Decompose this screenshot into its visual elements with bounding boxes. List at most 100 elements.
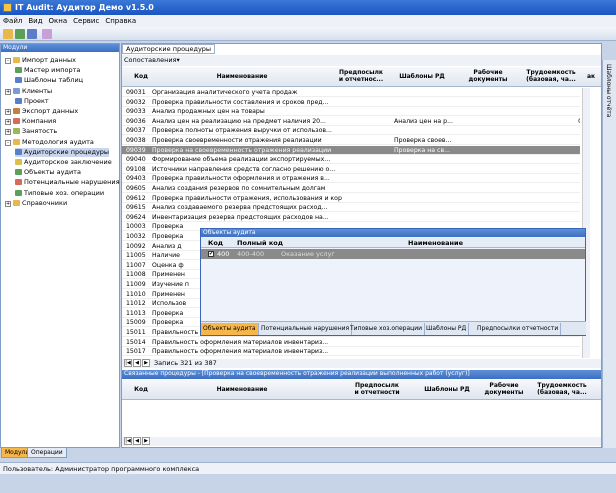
related-col-work-docs[interactable]: Рабочие документы (479, 382, 529, 396)
popup-tab-audit-objects[interactable]: Объекты аудита (201, 323, 259, 335)
cell-name: Инвентаризация резерва предстоящих расхо… (152, 213, 329, 221)
nav-first-icon[interactable]: |◀ (124, 359, 132, 367)
tree-item-label: Компания (22, 117, 57, 126)
tree-item[interactable]: + Клиенты (5, 87, 52, 96)
table-row[interactable]: 09615 Анализ создаваемого резерва предсто… (122, 203, 580, 213)
run-icon[interactable] (27, 29, 37, 39)
refresh-icon[interactable] (15, 29, 25, 39)
expand-icon[interactable]: + (5, 88, 11, 95)
record-counter: Запись 321 из 387 (154, 359, 217, 367)
expand-icon[interactable]: + (5, 129, 11, 136)
menu-file[interactable]: Файл (0, 15, 25, 27)
cell-name: Формирование объема реализации экспортир… (152, 156, 331, 164)
settings-icon[interactable] (42, 29, 52, 39)
related-col-name[interactable]: Наименование (162, 386, 322, 393)
cell-name: Проверка правильности составления и срок… (152, 98, 329, 106)
table-row[interactable]: 09033 Анализ продажных цен на товары (122, 107, 580, 117)
nav-prev-icon[interactable]: ◀ (133, 359, 141, 367)
right-rail-tab[interactable]: Шаблоны отчёта (605, 64, 612, 117)
col-extra[interactable]: ак (584, 73, 598, 80)
record-navigator: |◀ ◀ ▶ Запись 321 из 387 (122, 359, 601, 368)
table-row[interactable]: 09037 Проверка полноты отражения выручки … (122, 126, 580, 136)
tree-item[interactable]: Потенциальные нарушения (15, 178, 120, 187)
col-templates[interactable]: Шаблоны РД (392, 73, 452, 80)
table-row[interactable]: 09403 Проверка правильности оформления и … (122, 174, 580, 184)
expand-icon[interactable]: + (5, 109, 11, 115)
col-work-docs[interactable]: Рабочие документы (462, 69, 514, 83)
popup-col-name[interactable]: Наименование (408, 238, 463, 248)
table-row[interactable]: 09624 Инвентаризация резерва предстоящих … (122, 213, 580, 222)
tree-item[interactable]: Объекты аудита (15, 168, 81, 177)
expand-icon[interactable]: + (5, 119, 11, 126)
tree-item[interactable]: + Справочники (5, 199, 67, 208)
tree-item-label: Методология аудита (22, 137, 94, 146)
popup-tab-premises[interactable]: Предпосылки отчетности (475, 323, 562, 335)
tree-item[interactable]: Мастер импорта (15, 66, 80, 75)
menu-windows[interactable]: Окна (46, 15, 71, 27)
col-labor[interactable]: Трудоемкость (базовая, ча... (520, 69, 582, 83)
col-premises[interactable]: Предпосылк и отчетнос... (338, 69, 384, 83)
cell-name: Анализ продажных цен на товары (152, 108, 265, 116)
folder-icon (15, 148, 22, 155)
table-row[interactable]: 09039 Проверка на своевременность отражен… (122, 145, 580, 155)
folder-icon (13, 57, 20, 63)
related-col-code[interactable]: Код (126, 386, 156, 393)
tab-audit-procedures[interactable]: Аудиторские процедуры (122, 44, 216, 54)
folder-icon (15, 179, 22, 186)
related-col-templates[interactable]: Шаблоны РД (417, 386, 477, 393)
table-row[interactable]: 15014 Правильность оформления материалов … (122, 338, 580, 347)
related-nav-prev-icon[interactable]: ◀ (133, 437, 141, 445)
table-row[interactable]: 09031 Организация аналитического учета пр… (122, 88, 580, 97)
folder-icon (15, 77, 22, 84)
table-row[interactable]: 09032 Проверка правильности составления и… (122, 98, 580, 107)
tree-item[interactable]: Типовые хоз. операции (15, 189, 104, 198)
tree-item[interactable]: + Занятость (5, 127, 57, 136)
popup-row-checkbox[interactable]: ✔ (208, 251, 214, 257)
expand-icon[interactable]: + (5, 200, 11, 207)
table-row[interactable]: 09038 Проверка своевременности отражения … (122, 136, 580, 145)
popup-row[interactable]: ✔ 400 400-400 Оказание услуг (201, 249, 585, 259)
menu-help[interactable]: Справка (102, 15, 139, 27)
cell-name: Проверка на своевременность отражения ре… (152, 146, 332, 154)
mappings-button[interactable]: Сопоставления (124, 56, 176, 64)
related-nav-next-icon[interactable]: ▶ (142, 437, 150, 445)
tree-item[interactable]: + Компания (5, 117, 56, 126)
col-code[interactable]: Код (126, 73, 156, 80)
popup-col-full-code[interactable]: Полный код (237, 238, 283, 248)
tree-item[interactable]: Аудиторское заключение (15, 158, 112, 167)
modules-panel-header: Модули (1, 44, 119, 52)
related-nav-first-icon[interactable]: |◀ (124, 437, 132, 445)
table-row[interactable]: 09040 Формирование объема реализации эксп… (122, 155, 580, 165)
related-col-premises[interactable]: Предпосылк и отчетности (354, 382, 400, 396)
main-toolbar: Сопоставления▾ (122, 55, 601, 66)
nav-next-icon[interactable]: ▶ (142, 359, 150, 367)
tree-item[interactable]: - Методология аудита (5, 138, 94, 147)
popup-col-code[interactable]: Код (208, 238, 223, 248)
folder-icon (15, 159, 22, 165)
expand-icon[interactable]: - (5, 58, 11, 64)
tree-item-label: Экспорт данных (22, 107, 79, 115)
col-name[interactable]: Наименование (162, 73, 322, 80)
expand-icon[interactable]: - (5, 139, 11, 146)
tab-operations[interactable]: Операции (27, 447, 67, 458)
table-row[interactable]: 09036 Анализ цен на реализацию на предмет… (122, 117, 580, 126)
table-row[interactable]: 09108 Источники направления средств согла… (122, 165, 580, 174)
menu-view[interactable]: Вид (25, 15, 45, 27)
table-row[interactable]: 09605 Анализ создания резервов по сомните… (122, 184, 580, 193)
popup-tab-operations[interactable]: Типовые хоз.операции (348, 323, 426, 335)
tree-item[interactable]: - Импорт данных (5, 56, 76, 65)
table-row[interactable]: 15017 Правильность оформления материалов … (122, 347, 580, 357)
popup-tab-templates[interactable]: Шаблоны РД (424, 323, 470, 335)
open-icon[interactable] (3, 29, 13, 39)
folder-icon (13, 128, 20, 135)
table-row[interactable]: 09612 Проверка правильности отражения, ис… (122, 194, 580, 203)
related-col-labor[interactable]: Трудоемкость (базовая, ча... (532, 382, 592, 396)
tree-item[interactable]: Проект (15, 97, 49, 106)
tree-item[interactable]: Шаблоны таблиц (15, 76, 83, 85)
tree-item[interactable]: + Экспорт данных (5, 107, 78, 116)
mappings-dropdown-icon[interactable]: ▾ (176, 56, 179, 64)
tree-item[interactable]: Аудиторские процедуры (15, 147, 110, 157)
folder-icon (13, 118, 20, 125)
menu-service[interactable]: Сервис (70, 15, 102, 27)
popup-tab-violations[interactable]: Потенциальные нарушения (259, 323, 353, 335)
